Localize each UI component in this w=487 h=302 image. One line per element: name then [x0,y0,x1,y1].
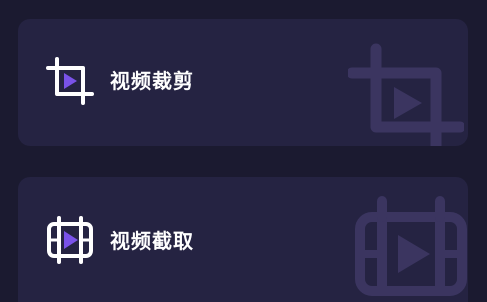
tools-panel: 视频裁剪 视频截取 [0,0,487,302]
video-clip-icon [47,216,93,264]
clip-watermark-icon [355,196,467,296]
video-clip-card[interactable]: 视频截取 [18,177,468,302]
video-crop-card[interactable]: 视频裁剪 [18,19,468,146]
crop-icon [46,57,94,105]
crop-watermark-icon [348,43,464,146]
video-crop-label: 视频裁剪 [110,69,194,93]
video-clip-label: 视频截取 [110,229,194,253]
